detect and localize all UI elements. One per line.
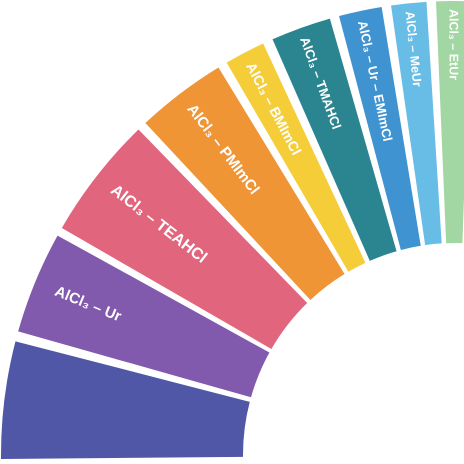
fan-segment-label-8: AlCl₃ – EtUr — [446, 9, 460, 80]
electrolyte-fan-diagram: AlCl₃ – UrAlCl₃ – TEAHClAlCl₃ – PMImClAl… — [1, 1, 464, 459]
